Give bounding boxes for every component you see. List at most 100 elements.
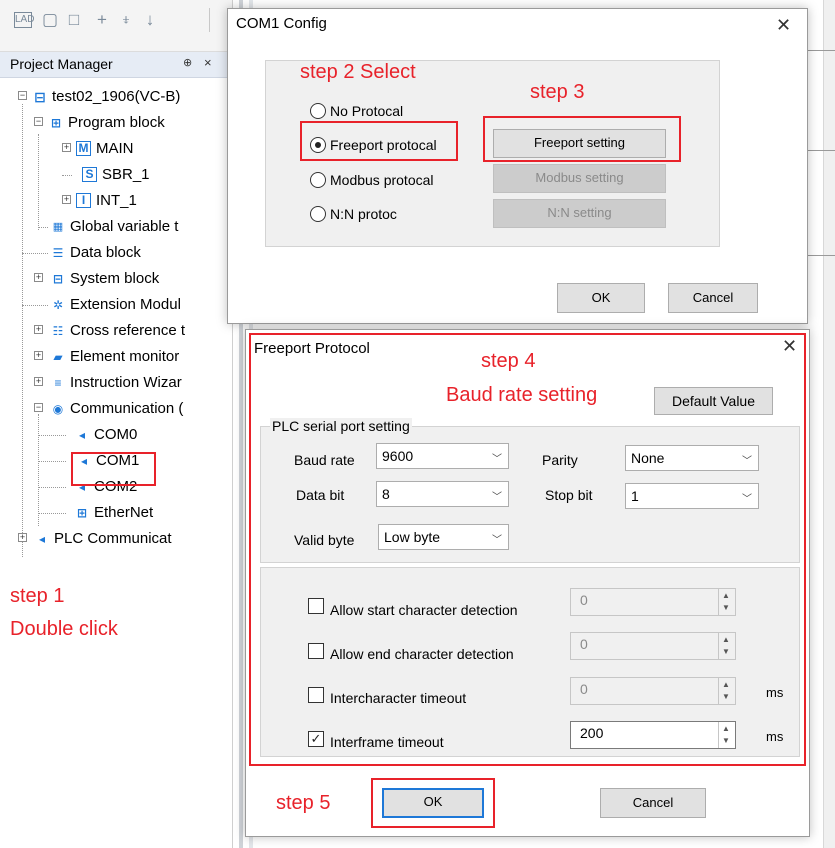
window-icon[interactable]: ▢	[40, 10, 60, 30]
arrow-down-icon[interactable]: ▼	[722, 603, 730, 612]
select-value: 9600	[382, 448, 414, 464]
tree-label: INT_1	[96, 192, 137, 209]
arrow-down-icon[interactable]: ▼	[722, 692, 730, 701]
interframe-spinner[interactable]: 200 ▲ ▼	[570, 721, 736, 749]
close-icon[interactable]: ✕	[776, 15, 791, 36]
box-icon[interactable]: □	[64, 10, 84, 30]
expand-icon[interactable]: +	[18, 533, 27, 542]
collapse-icon[interactable]: −	[18, 91, 27, 100]
arrow-up-icon[interactable]: ▲	[722, 591, 730, 600]
tree-item-plc-communication[interactable]: + ◂ PLC Communicat	[0, 528, 232, 550]
cancel-button[interactable]: Cancel	[668, 283, 758, 313]
end-char-spinner[interactable]: 0 ▲ ▼	[570, 632, 736, 660]
tree-item-program-block[interactable]: − ⊞ Program block	[0, 112, 232, 134]
system-block-icon: ⊟	[52, 272, 64, 286]
list-icon: ≡	[54, 376, 62, 390]
end-char-checkbox[interactable]	[308, 643, 324, 659]
expand-icon[interactable]: +	[34, 325, 43, 334]
chevron-down-icon: ﹀	[492, 535, 502, 546]
tree-item-instruction-wizard[interactable]: + ≡ Instruction Wizar	[0, 372, 232, 394]
tree-item-ethernet[interactable]: ⊞ EtherNet	[0, 502, 232, 524]
arrow-up-icon[interactable]: ▲	[722, 680, 730, 689]
interframe-checkbox[interactable]: ✓	[308, 731, 324, 747]
tree-item-system-block[interactable]: + ⊟ System block	[0, 268, 232, 290]
ok-button[interactable]: OK	[557, 283, 645, 313]
spinner-arrows[interactable]: ▲ ▼	[718, 722, 735, 748]
expand-icon[interactable]: +	[34, 351, 43, 360]
tree-item-element-monitor[interactable]: + ▰ Element monitor	[0, 346, 232, 368]
project-manager-title: Project Manager	[10, 56, 113, 72]
cancel-button[interactable]: Cancel	[600, 788, 706, 818]
spinner-arrows[interactable]: ▲ ▼	[718, 633, 735, 659]
spinner-arrows[interactable]: ▲ ▼	[718, 678, 735, 704]
intercharacter-checkbox[interactable]	[308, 687, 324, 703]
tree-label: System block	[70, 270, 160, 287]
stop-bit-select[interactable]: 1 ﹀	[625, 483, 759, 509]
expand-icon[interactable]: +	[62, 195, 71, 204]
radio-label: No Protocal	[330, 103, 404, 119]
select-value: None	[631, 450, 665, 466]
expand-icon[interactable]: +	[34, 377, 43, 386]
arrow-down-icon[interactable]: ▼	[722, 647, 730, 656]
branch-down-icon[interactable]: ⍖	[116, 10, 136, 30]
ladder-icon[interactable]: LAD	[14, 12, 34, 28]
baud-rate-select[interactable]: 9600 ﹀	[376, 443, 509, 469]
arrow-down-icon[interactable]: ↓	[140, 10, 160, 30]
step4-annotation-detail: Baud rate setting	[446, 384, 598, 406]
spinner-value: 0	[580, 592, 588, 608]
step3-annotation: step 3	[530, 81, 585, 103]
nn-setting-button[interactable]: N:N setting	[493, 199, 666, 228]
arrow-down-icon[interactable]: ▼	[722, 736, 730, 745]
start-char-checkbox[interactable]	[308, 598, 324, 614]
pin-icon[interactable]: ⊕	[183, 56, 192, 69]
tree-label: Extension Modul	[70, 296, 181, 313]
collapse-icon[interactable]: −	[34, 403, 43, 412]
tree-item-main[interactable]: + M MAIN	[0, 138, 232, 160]
step4-annotation: step 4	[481, 350, 536, 372]
tree-item-int[interactable]: + I INT_1	[0, 190, 232, 212]
tree-item-data-block[interactable]: ☰ Data block	[0, 242, 232, 264]
table-icon: ☷	[52, 324, 64, 338]
add-contact-icon[interactable]: +	[92, 10, 112, 30]
tree-label: test02_1906(VC-B)	[52, 88, 181, 105]
intercharacter-spinner[interactable]: 0 ▲ ▼	[570, 677, 736, 705]
expand-icon[interactable]: +	[34, 273, 43, 282]
unit-label: ms	[766, 685, 784, 700]
modbus-setting-button[interactable]: Modbus setting	[493, 164, 666, 193]
collapse-icon[interactable]: −	[34, 117, 43, 126]
close-icon[interactable]: ×	[204, 55, 212, 70]
freeport-protocol-dialog: Freeport Protocol ✕ step 4 Baud rate set…	[245, 329, 810, 837]
tree-line	[38, 513, 66, 514]
parity-select[interactable]: None ﹀	[625, 445, 759, 471]
interframe-label: Interframe timeout	[330, 734, 444, 750]
radio-circle[interactable]	[310, 172, 326, 188]
tree-item-global-variable[interactable]: ▦ Global variable t	[0, 216, 232, 238]
tree-label: Instruction Wizar	[70, 374, 182, 391]
tree-item-com0[interactable]: ◂ COM0	[0, 424, 232, 446]
data-bit-select[interactable]: 8 ﹀	[376, 481, 509, 507]
tree-item-communication[interactable]: − ◉ Communication (	[0, 398, 232, 420]
communication-icon: ◉	[52, 402, 64, 416]
tree-label: Global variable t	[70, 218, 179, 235]
default-value-button[interactable]: Default Value	[654, 387, 773, 415]
editor-scrollbar[interactable]	[823, 0, 835, 848]
spinner-arrows[interactable]: ▲ ▼	[718, 589, 735, 615]
expand-icon[interactable]: +	[62, 143, 71, 152]
valid-byte-select[interactable]: Low byte ﹀	[378, 524, 509, 550]
intercharacter-label: Intercharacter timeout	[330, 690, 467, 706]
tree-item-extension-module[interactable]: ✲ Extension Modul	[0, 294, 232, 316]
tree-item-sbr[interactable]: S SBR_1	[0, 164, 232, 186]
tree-item-cross-reference[interactable]: + ☷ Cross reference t	[0, 320, 232, 342]
arrow-up-icon[interactable]: ▲	[722, 724, 730, 733]
tree-label: Element monitor	[70, 348, 180, 365]
radio-label: N:N protoc	[330, 206, 397, 222]
radio-circle[interactable]	[310, 206, 326, 222]
tree-item-root[interactable]: − ⊟ test02_1906(VC-B)	[0, 86, 232, 108]
start-char-spinner[interactable]: 0 ▲ ▼	[570, 588, 736, 616]
tree-label: COM0	[94, 426, 138, 443]
radio-circle[interactable]	[310, 103, 326, 119]
baud-rate-label: Baud rate	[294, 452, 355, 468]
tree-line	[22, 305, 48, 306]
arrow-up-icon[interactable]: ▲	[722, 635, 730, 644]
unit-label: ms	[766, 729, 784, 744]
